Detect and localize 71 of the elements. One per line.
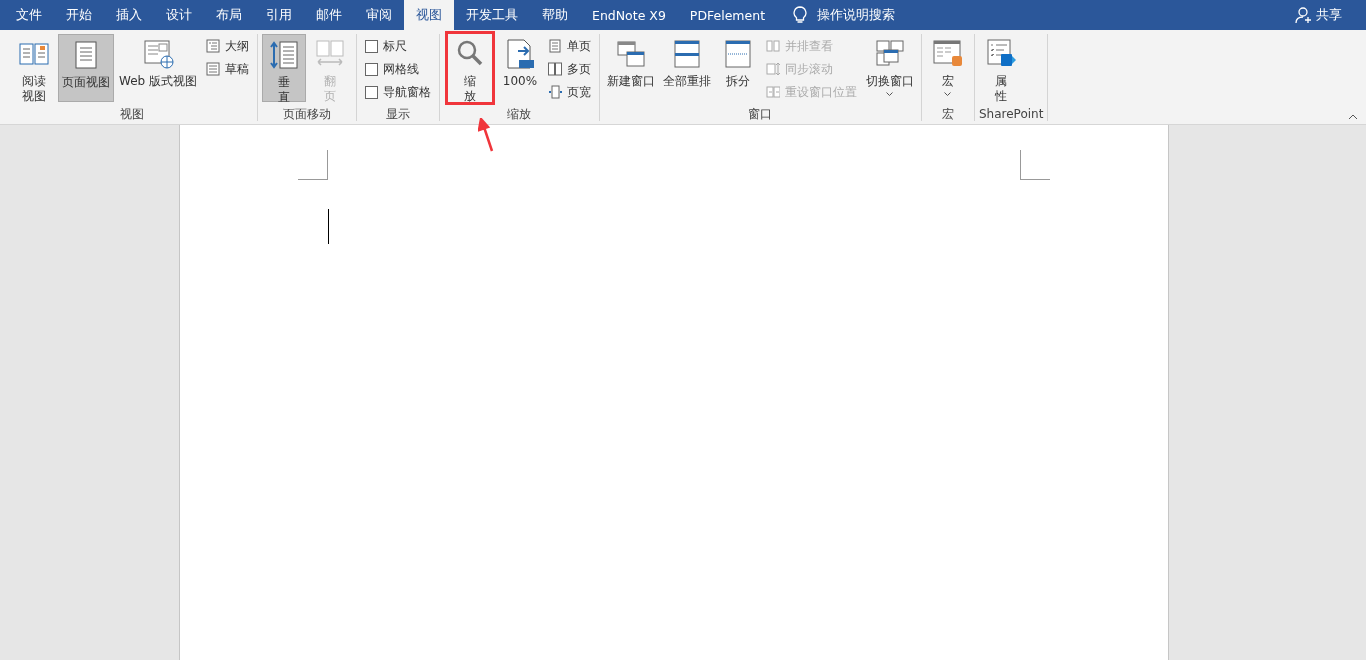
arrange-all-icon bbox=[671, 38, 703, 70]
ribbon-button[interactable]: 垂 直 bbox=[262, 34, 306, 102]
checkbox[interactable] bbox=[365, 39, 378, 53]
caret-icon bbox=[886, 92, 894, 96]
ribbon-small-button[interactable]: 单页 bbox=[548, 36, 591, 56]
ribbon-button[interactable]: 缩 放 bbox=[448, 34, 492, 102]
ribbon-small-button[interactable]: 页宽 bbox=[548, 82, 591, 102]
ribbon-button[interactable]: 阅读 视图 bbox=[12, 34, 56, 102]
tell-me-search[interactable]: 操作说明搜索 bbox=[777, 0, 912, 30]
ribbon-tab[interactable]: 插入 bbox=[104, 0, 154, 30]
ribbon-button[interactable]: 拆分 bbox=[716, 34, 760, 102]
reset-windows-icon bbox=[766, 85, 780, 99]
group-label: 宏 bbox=[941, 107, 955, 121]
outline-icon bbox=[206, 39, 220, 53]
new-window-icon bbox=[615, 38, 647, 70]
collapse-ribbon-icon[interactable] bbox=[1348, 114, 1358, 120]
checkbox-label: 网格线 bbox=[383, 60, 419, 78]
checkbox-option[interactable]: 网格线 bbox=[365, 59, 431, 79]
side-by-side-icon bbox=[766, 39, 780, 53]
ribbon-tab[interactable]: 文件 bbox=[4, 0, 54, 30]
checkbox-option[interactable]: 导航窗格 bbox=[365, 82, 431, 102]
checkbox-option[interactable]: 标尺 bbox=[365, 36, 431, 56]
ribbon-tab[interactable]: PDFelement bbox=[677, 0, 778, 30]
lightbulb-icon bbox=[793, 6, 808, 24]
annotation-arrow bbox=[478, 118, 494, 152]
ribbon-tab[interactable]: 开始 bbox=[54, 0, 104, 30]
group-label: 视图 bbox=[119, 107, 146, 121]
group-label: 页面移动 bbox=[282, 107, 332, 121]
ribbon-button[interactable]: 宏 bbox=[926, 34, 970, 102]
ribbon-tab[interactable]: 设计 bbox=[154, 0, 204, 30]
group-label: SharePoint bbox=[979, 107, 1044, 121]
ribbon-button[interactable]: 属 性 bbox=[979, 34, 1023, 102]
person-add-icon bbox=[1295, 6, 1313, 24]
group-label: 窗口 bbox=[747, 107, 774, 121]
ribbon-tab[interactable]: 布局 bbox=[204, 0, 254, 30]
single-page-icon bbox=[548, 39, 562, 53]
ribbon-button[interactable]: 新建窗口 bbox=[604, 34, 658, 102]
sync-scroll-icon bbox=[766, 62, 780, 76]
page-zoom-icon bbox=[504, 38, 536, 70]
ribbon-tab[interactable]: 审阅 bbox=[354, 0, 404, 30]
ribbon-tab[interactable]: 邮件 bbox=[304, 0, 354, 30]
split-window-icon bbox=[722, 38, 754, 70]
ribbon-small-button[interactable]: 大纲 bbox=[206, 36, 249, 56]
margin-mark bbox=[298, 150, 328, 180]
ribbon-button[interactable]: 页面视图 bbox=[58, 34, 114, 102]
ribbon-tab[interactable]: 帮助 bbox=[530, 0, 580, 30]
ribbon-button[interactable]: 100% bbox=[498, 34, 542, 102]
draft-icon bbox=[206, 62, 220, 76]
ribbon-button[interactable]: Web 版式视图 bbox=[116, 34, 200, 102]
group-label: 缩放 bbox=[506, 107, 533, 121]
multiple-pages-icon bbox=[548, 62, 562, 76]
checkbox[interactable] bbox=[365, 85, 378, 99]
page-width-icon bbox=[548, 85, 562, 99]
checkbox-label: 标尺 bbox=[383, 37, 407, 55]
ribbon-small-button[interactable]: 多页 bbox=[548, 59, 591, 79]
ribbon-button[interactable]: 全部重排 bbox=[660, 34, 714, 102]
text-cursor bbox=[328, 209, 329, 244]
web-page-icon bbox=[142, 38, 174, 70]
share-button[interactable]: 共享 bbox=[1291, 0, 1346, 30]
group-label: 显示 bbox=[385, 107, 411, 121]
checkbox-label: 导航窗格 bbox=[383, 83, 431, 101]
ribbon-button[interactable]: 切换窗口 bbox=[863, 34, 917, 102]
ribbon-small-button[interactable]: 草稿 bbox=[206, 59, 249, 79]
ribbon-tab[interactable]: 视图 bbox=[404, 0, 454, 30]
caret-icon bbox=[944, 92, 952, 96]
ribbon-tab[interactable]: EndNote X9 bbox=[580, 0, 678, 30]
margin-mark bbox=[1020, 150, 1050, 180]
ribbon-tab[interactable]: 引用 bbox=[254, 0, 304, 30]
checkbox[interactable] bbox=[365, 62, 378, 76]
ribbon-tab[interactable]: 开发工具 bbox=[454, 0, 530, 30]
vertical-scroll-icon bbox=[268, 39, 300, 71]
